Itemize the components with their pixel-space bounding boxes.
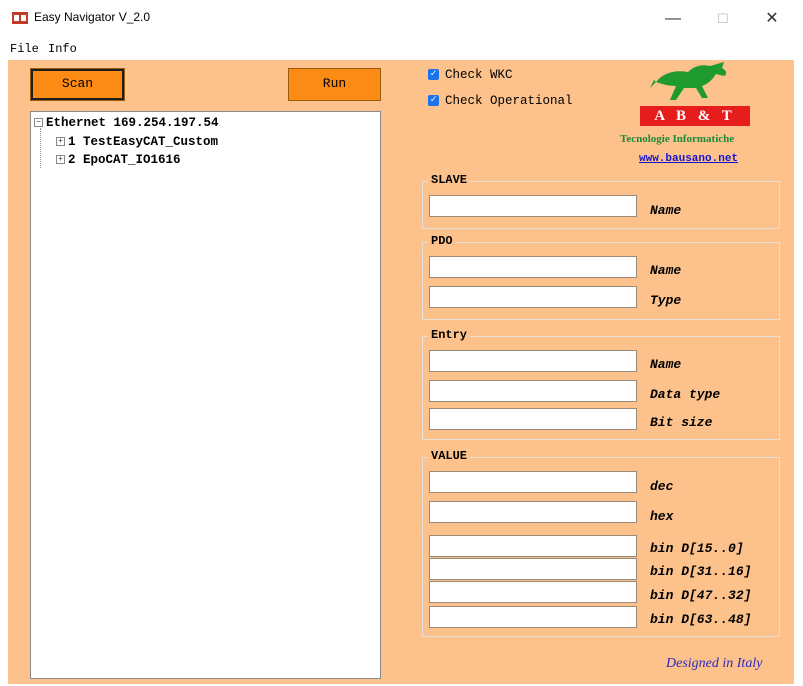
logo-brand: A B & T — [640, 106, 750, 126]
run-button[interactable]: Run — [288, 68, 381, 101]
tree-node-label: 1 TestEasyCAT_Custom — [68, 135, 219, 149]
check-operational-label: Check Operational — [445, 94, 573, 108]
pdo-name-field[interactable] — [429, 256, 637, 278]
pdo-type-label: Type — [650, 293, 682, 308]
value-bin-3-field[interactable] — [429, 606, 637, 628]
title-bar: Easy Navigator V_2.0 — ☐ ✕ — [0, 0, 803, 38]
tree-node-slave-2[interactable]: +2 EpoCAT_IO1616 — [56, 153, 181, 167]
tree-root-label: Ethernet 169.254.197.54 — [46, 116, 219, 130]
entry-datatype-field[interactable] — [429, 380, 637, 402]
entry-datatype-label: Data type — [650, 387, 721, 402]
collapse-icon[interactable]: − — [34, 118, 43, 128]
value-dec-field[interactable] — [429, 471, 637, 493]
menu-info[interactable]: Info — [48, 42, 77, 56]
maximize-button[interactable]: ☐ — [703, 5, 743, 33]
designed-in-italy: Designed in Italy — [666, 656, 763, 671]
pdo-name-label: Name — [650, 263, 682, 278]
tree-root[interactable]: − Ethernet 169.254.197.54 — [34, 116, 219, 130]
value-bin-2-field[interactable] — [429, 581, 637, 603]
value-bin-1-field[interactable] — [429, 558, 637, 580]
tree-node-slave-1[interactable]: +1 TestEasyCAT_Custom — [56, 135, 218, 149]
slave-group-title: SLAVE — [428, 173, 471, 187]
entry-name-field[interactable] — [429, 350, 637, 372]
website-link[interactable]: www.bausano.net — [639, 153, 738, 165]
value-bin-0-field[interactable] — [429, 535, 637, 557]
horse-logo-icon — [650, 62, 727, 100]
pdo-group — [422, 242, 780, 320]
entry-name-label: Name — [650, 357, 682, 372]
tree-node-label: 2 EpoCAT_IO1616 — [68, 153, 181, 167]
slave-name-label: Name — [650, 203, 682, 218]
app-icon — [12, 12, 28, 24]
value-bin-3-label: bin D[63..48] — [650, 612, 752, 627]
value-hex-field[interactable] — [429, 501, 637, 523]
value-group-title: VALUE — [428, 449, 471, 463]
value-bin-0-label: bin D[15..0] — [650, 541, 744, 556]
pdo-group-title: PDO — [428, 234, 456, 248]
value-bin-2-label: bin D[47..32] — [650, 588, 752, 603]
value-bin-1-label: bin D[31..16] — [650, 564, 752, 579]
check-wkc[interactable]: ✓ Check WKC — [428, 68, 513, 82]
value-dec-label: dec — [650, 479, 674, 494]
checkbox-checked-icon[interactable]: ✓ — [428, 95, 439, 107]
checkbox-checked-icon[interactable]: ✓ — [428, 69, 439, 81]
value-hex-label: hex — [650, 509, 674, 524]
menu-file[interactable]: File — [10, 42, 39, 56]
expand-icon[interactable]: + — [56, 137, 65, 147]
window-title: Easy Navigator V_2.0 — [34, 10, 151, 24]
tree-connector — [40, 128, 41, 168]
window-left-edge — [0, 60, 8, 684]
main-panel: Scan Run − Ethernet 169.254.197.54 +1 Tes… — [8, 60, 794, 684]
expand-icon[interactable]: + — [56, 155, 65, 165]
entry-bitsize-field[interactable] — [429, 408, 637, 430]
minimize-button[interactable]: — — [653, 5, 693, 33]
logo-subtitle: Tecnologie Informatiche — [620, 133, 735, 145]
device-tree[interactable]: − Ethernet 169.254.197.54 +1 TestEasyCAT_… — [30, 111, 381, 679]
scan-button[interactable]: Scan — [30, 68, 125, 101]
entry-bitsize-label: Bit size — [650, 415, 713, 430]
close-button[interactable]: ✕ — [752, 5, 792, 33]
check-operational[interactable]: ✓ Check Operational — [428, 94, 573, 108]
entry-group-title: Entry — [428, 328, 471, 342]
slave-name-field[interactable] — [429, 195, 637, 217]
check-wkc-label: Check WKC — [445, 68, 513, 82]
pdo-type-field[interactable] — [429, 286, 637, 308]
